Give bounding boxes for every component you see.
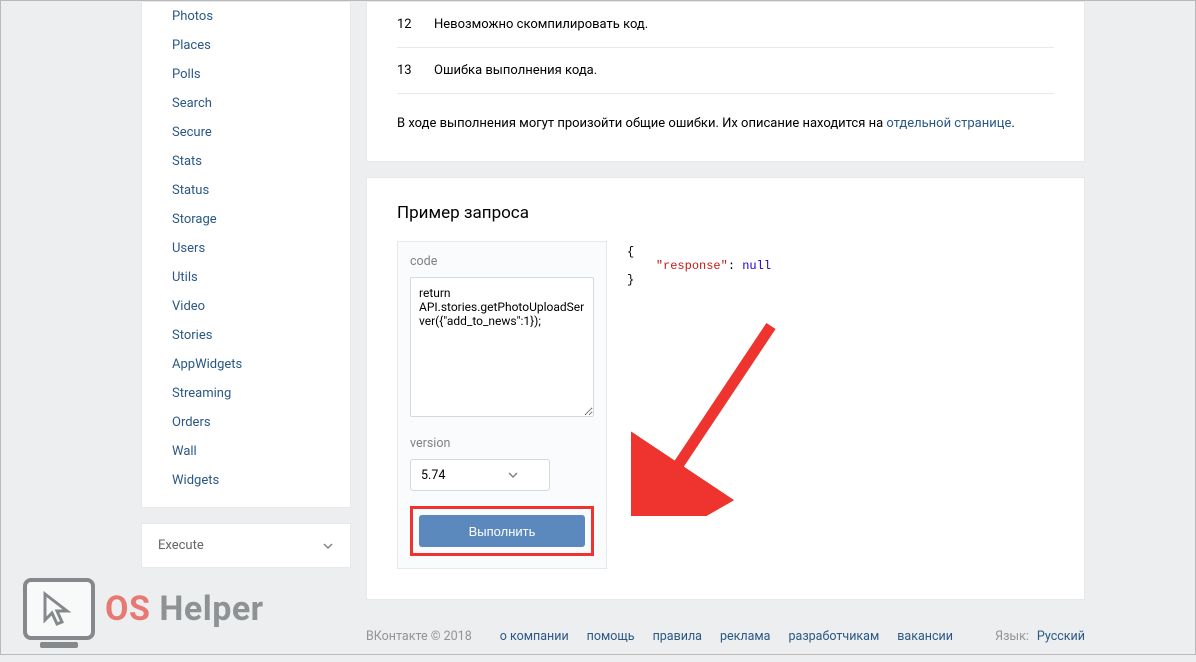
brace: {: [627, 245, 634, 259]
sidebar-item-utils[interactable]: Utils: [142, 263, 350, 292]
version-label: version: [410, 436, 594, 451]
error-code: 12: [397, 17, 434, 32]
footer-link-devs[interactable]: разработчикам: [789, 629, 880, 644]
sidebar-item-photos[interactable]: Photos: [142, 2, 350, 31]
note-prefix: В ходе выполнения могут произойти общие …: [397, 116, 886, 131]
sidebar-item-appwidgets[interactable]: AppWidgets: [142, 350, 350, 379]
footer-link-rules[interactable]: правила: [653, 629, 702, 644]
note-suffix: .: [1011, 116, 1014, 131]
sidebar-item-users[interactable]: Users: [142, 234, 350, 263]
code-label: code: [410, 254, 594, 269]
error-code: 13: [397, 63, 434, 78]
sidebar-item-widgets[interactable]: Widgets: [142, 466, 350, 495]
errors-panel: 12 Невозможно скомпилировать код. 13 Оши…: [366, 1, 1085, 162]
example-title: Пример запроса: [397, 203, 1054, 223]
sidebar-list: Photos Places Polls Search Secure Stats …: [141, 1, 351, 508]
footer-lang-value[interactable]: Русский: [1037, 629, 1085, 644]
sidebar-execute-label: Execute: [158, 538, 204, 553]
footer-link-about[interactable]: о компании: [500, 629, 569, 644]
sidebar-item-polls[interactable]: Polls: [142, 60, 350, 89]
footer-link-jobs[interactable]: вакансии: [897, 629, 953, 644]
sidebar-execute-collapse[interactable]: Execute: [141, 523, 351, 568]
response-output: { "response": null }: [619, 241, 1054, 569]
sidebar-item-orders[interactable]: Orders: [142, 408, 350, 437]
version-value: 5.74: [421, 468, 445, 483]
sidebar-item-video[interactable]: Video: [142, 292, 350, 321]
error-message: Ошибка выполнения кода.: [434, 63, 597, 78]
sidebar-item-secure[interactable]: Secure: [142, 118, 350, 147]
footer-link-help[interactable]: помощь: [587, 629, 635, 644]
sidebar-item-status[interactable]: Status: [142, 176, 350, 205]
note-link[interactable]: отдельной странице: [886, 116, 1011, 131]
code-input[interactable]: [410, 277, 594, 417]
sidebar-item-wall[interactable]: Wall: [142, 437, 350, 466]
error-row: 13 Ошибка выполнения кода.: [397, 48, 1054, 94]
error-message: Невозможно скомпилировать код.: [434, 17, 648, 32]
json-key: "response": [656, 259, 728, 273]
error-row: 12 Невозможно скомпилировать код.: [397, 2, 1054, 48]
sidebar-item-places[interactable]: Places: [142, 31, 350, 60]
sidebar-item-streaming[interactable]: Streaming: [142, 379, 350, 408]
annotation-highlight: Выполнить: [410, 506, 594, 556]
footer-lang-label: Язык:: [995, 629, 1029, 644]
footer-copy: ВКонтакте © 2018: [366, 629, 482, 644]
sidebar-item-storage[interactable]: Storage: [142, 205, 350, 234]
sidebar-item-search[interactable]: Search: [142, 89, 350, 118]
footer-link-ads[interactable]: реклама: [720, 629, 771, 644]
json-null: null: [742, 259, 771, 273]
execute-button[interactable]: Выполнить: [419, 515, 585, 547]
sidebar-item-stories[interactable]: Stories: [142, 321, 350, 350]
brace: }: [627, 273, 634, 287]
sidebar-item-stats[interactable]: Stats: [142, 147, 350, 176]
chevron-down-icon: [322, 540, 334, 552]
example-panel: Пример запроса code version 5.74 Выполни…: [366, 177, 1085, 600]
json-colon: :: [728, 259, 742, 273]
chevron-down-icon: [507, 469, 519, 481]
version-select[interactable]: 5.74: [410, 459, 550, 491]
example-form: code version 5.74 Выполнить: [397, 241, 607, 569]
errors-note: В ходе выполнения могут произойти общие …: [397, 94, 1054, 131]
